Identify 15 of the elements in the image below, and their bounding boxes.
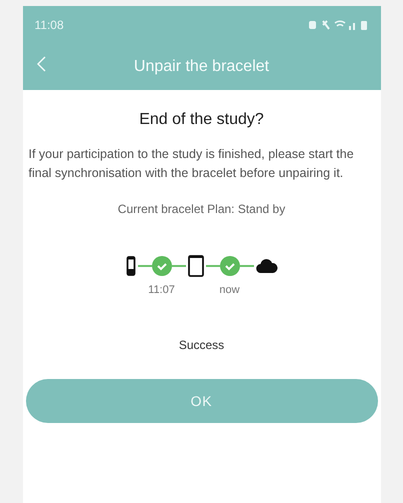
- sync-time: now: [219, 283, 240, 298]
- phone-icon: [188, 255, 204, 277]
- chevron-left-icon: [36, 56, 46, 72]
- bracelet-icon: [126, 256, 136, 276]
- status-icons: [308, 20, 368, 30]
- plan-text: Current bracelet Plan: Stand by: [118, 201, 286, 218]
- dialog-heading: End of the study?: [139, 110, 264, 130]
- dialog-message: If your participation to the study is finished, please start the final synchronisation with the bracelet before unpairing it.: [28, 146, 355, 182]
- cloud-icon: [256, 259, 278, 273]
- ok-button[interactable]: OK: [26, 379, 378, 423]
- status-time: 11:08: [34, 17, 64, 34]
- sync-time: 11:07: [148, 283, 175, 298]
- header-title: Unpair the bracelet: [134, 57, 270, 77]
- result-text: Success: [178, 337, 224, 354]
- back-button[interactable]: [36, 56, 46, 72]
